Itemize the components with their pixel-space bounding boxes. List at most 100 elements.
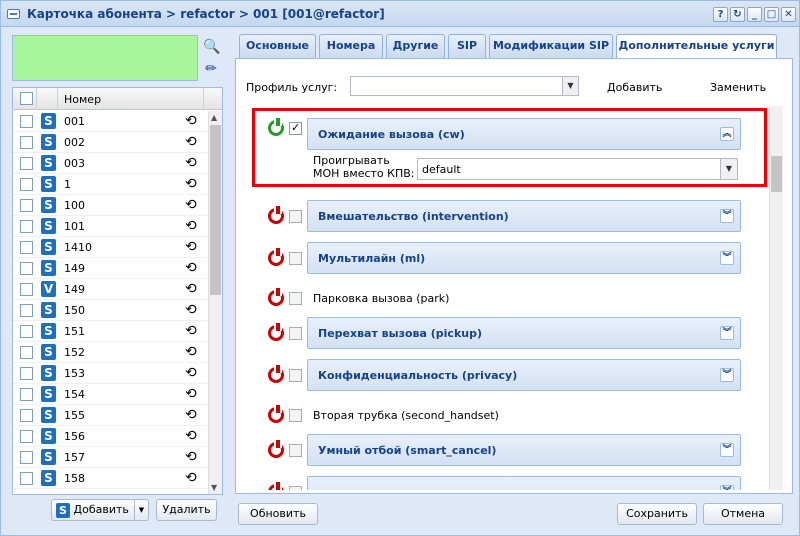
tab-sip[interactable]: SIP (448, 34, 486, 58)
table-row[interactable]: S 101 ⟲ (13, 216, 208, 237)
save-button[interactable]: Сохранить (617, 503, 697, 525)
tab-sip-modifications[interactable]: Модификации SIP (489, 34, 613, 58)
tab-other[interactable]: Другие (386, 34, 445, 58)
table-row[interactable]: S 152 ⟲ (13, 342, 208, 363)
reset-icon[interactable]: ⟲ (185, 407, 197, 423)
reset-icon[interactable]: ⟲ (185, 365, 197, 381)
table-row[interactable]: S 153 ⟲ (13, 363, 208, 384)
power-off-icon[interactable] (268, 206, 284, 224)
search-icon[interactable]: 🔍 (202, 37, 220, 57)
row-checkbox[interactable] (20, 136, 33, 149)
row-checkbox[interactable] (20, 220, 33, 233)
table-row[interactable]: S 1410 ⟲ (13, 237, 208, 258)
chevron-down-icon[interactable]: ▼ (720, 159, 737, 179)
service-checkbox[interactable] (289, 444, 302, 457)
reset-icon[interactable]: ⟲ (185, 155, 197, 171)
tab-basic[interactable]: Основные (239, 34, 316, 58)
table-row[interactable]: S 100 ⟲ (13, 195, 208, 216)
add-subscriber-button[interactable]: S Добавить ▼ (51, 499, 149, 521)
row-checkbox[interactable] (20, 388, 33, 401)
row-checkbox[interactable] (20, 346, 33, 359)
reset-icon[interactable]: ⟲ (185, 218, 197, 234)
chevron-down-icon[interactable]: ▼ (134, 500, 148, 520)
row-checkbox[interactable] (20, 262, 33, 275)
reset-icon[interactable]: ⟲ (185, 344, 197, 360)
service-header[interactable]: Перехват вызова (pickup) ︾ (307, 317, 741, 349)
power-on-icon[interactable] (268, 118, 284, 136)
service-header[interactable]: Ожидание вызова (cw) ︽ (307, 118, 741, 150)
row-checkbox[interactable] (20, 451, 33, 464)
reset-icon[interactable]: ⟲ (185, 323, 197, 339)
maximize-icon[interactable]: □ (764, 7, 779, 22)
table-row[interactable]: S 158 ⟲ (13, 468, 208, 489)
row-checkbox[interactable] (20, 472, 33, 485)
row-checkbox[interactable] (20, 409, 33, 422)
table-row[interactable]: S 002 ⟲ (13, 132, 208, 153)
power-off-icon[interactable] (268, 323, 284, 341)
row-checkbox[interactable] (20, 241, 33, 254)
reset-icon[interactable]: ⟲ (185, 449, 197, 465)
minimize-icon[interactable]: _ (747, 7, 762, 22)
table-row[interactable]: S 003 ⟲ (13, 153, 208, 174)
tab-numbers[interactable]: Номера (319, 34, 383, 58)
reset-icon[interactable]: ⟲ (185, 470, 197, 486)
close-icon[interactable]: ✕ (781, 7, 796, 22)
row-checkbox[interactable] (20, 283, 33, 296)
service-header[interactable]: Мультилайн (ml) ︾ (307, 242, 741, 274)
reset-icon[interactable]: ⟲ (185, 113, 197, 129)
reset-icon[interactable]: ⟲ (185, 428, 197, 444)
reset-icon[interactable]: ⟲ (185, 197, 197, 213)
row-checkbox[interactable] (20, 157, 33, 170)
service-checkbox[interactable] (289, 252, 302, 265)
service-header[interactable]: Вмешательство (intervention) ︾ (307, 200, 741, 232)
reset-icon[interactable]: ⟲ (185, 176, 197, 192)
power-off-icon[interactable] (268, 482, 284, 490)
service-header[interactable]: ︾ (307, 476, 741, 490)
service-checkbox[interactable] (289, 121, 302, 135)
table-row[interactable]: S 150 ⟲ (13, 300, 208, 321)
table-row[interactable]: S 155 ⟲ (13, 405, 208, 426)
table-row[interactable]: S 149 ⟲ (13, 258, 208, 279)
table-row[interactable]: V 149 ⟲ (13, 279, 208, 300)
tab-additional-services[interactable]: Дополнительные услуги (616, 34, 777, 59)
expand-icon[interactable]: ︾ (720, 251, 734, 265)
expand-icon[interactable]: ︾ (720, 326, 734, 340)
chevron-down-icon[interactable]: ▼ (562, 77, 578, 95)
service-checkbox[interactable] (289, 486, 302, 490)
power-off-icon[interactable] (268, 405, 284, 423)
expand-icon[interactable]: ︾ (720, 209, 734, 223)
expand-icon[interactable]: ︾ (720, 485, 734, 490)
expand-icon[interactable]: ︾ (720, 368, 734, 382)
power-off-icon[interactable] (268, 365, 284, 383)
table-row[interactable]: S 156 ⟲ (13, 426, 208, 447)
moh-select[interactable]: default ▼ (417, 158, 738, 180)
title-bar[interactable]: Карточка абонента > refactor > 001 [001@… (1, 1, 799, 27)
edit-icon[interactable]: ✏ (202, 59, 220, 79)
reset-icon[interactable]: ⟲ (185, 302, 197, 318)
service-header[interactable]: Конфиденциальность (privacy) ︾ (307, 359, 741, 391)
table-row[interactable]: S 151 ⟲ (13, 321, 208, 342)
select-all-checkbox[interactable] (20, 92, 33, 105)
service-checkbox[interactable] (289, 409, 302, 422)
row-checkbox[interactable] (20, 178, 33, 191)
row-checkbox[interactable] (20, 430, 33, 443)
expand-icon[interactable]: ︾ (720, 443, 734, 457)
service-checkbox[interactable] (289, 327, 302, 340)
table-row[interactable]: S 154 ⟲ (13, 384, 208, 405)
row-checkbox[interactable] (20, 199, 33, 212)
power-off-icon[interactable] (268, 248, 284, 266)
reset-icon[interactable]: ⟲ (185, 239, 197, 255)
row-checkbox[interactable] (20, 367, 33, 380)
power-off-icon[interactable] (268, 288, 284, 306)
row-checkbox[interactable] (20, 115, 33, 128)
reset-icon[interactable]: ⟲ (185, 260, 197, 276)
row-checkbox[interactable] (20, 325, 33, 338)
reset-icon[interactable]: ⟲ (185, 281, 197, 297)
service-checkbox[interactable] (289, 369, 302, 382)
profile-select[interactable]: ▼ (350, 76, 579, 96)
collapse-icon[interactable]: ︽ (720, 127, 734, 141)
profile-replace-link[interactable]: Заменить (710, 81, 766, 94)
reset-icon[interactable]: ⟲ (185, 386, 197, 402)
service-header[interactable]: Умный отбой (smart_cancel) ︾ (307, 434, 741, 466)
help-icon[interactable]: ? (713, 7, 728, 22)
